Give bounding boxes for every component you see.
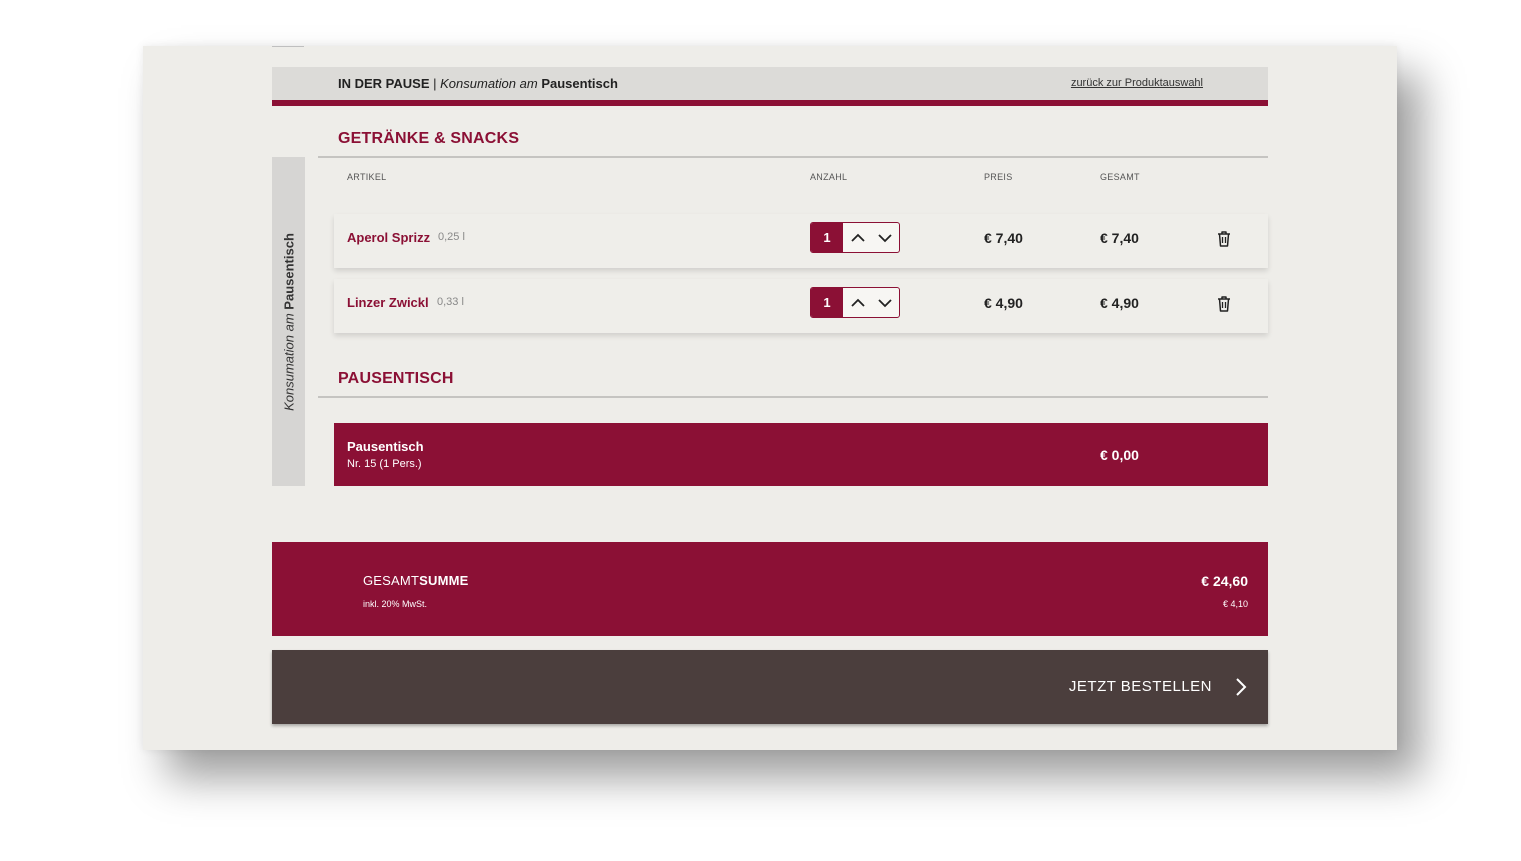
cart-item-row: Aperol Sprizz 0,25 l 1 € 7,40 € 7,40 (334, 214, 1268, 268)
summary-label-bold: SUMME (419, 573, 469, 588)
chevron-down-icon[interactable] (876, 294, 894, 312)
breadcrumb-context: Konsumation am (440, 76, 538, 91)
grand-total: € 24,60 (1201, 573, 1248, 589)
page-header: IN DER PAUSE | Konsumation am Pausentisc… (272, 67, 1268, 106)
back-to-products-link[interactable]: zurück zur Produktauswahl (1071, 77, 1203, 89)
sidebar-label-name: Pausentisch (281, 232, 296, 310)
breadcrumb-section: IN DER PAUSE (338, 76, 430, 91)
cart-item-row: Linzer Zwickl 0,33 l 1 € 4,90 € 4,90 (334, 279, 1268, 333)
header-accent-strip (272, 100, 1268, 106)
trash-icon[interactable] (1216, 295, 1232, 313)
vat-amount: € 4,10 (1222, 599, 1248, 609)
drinks-divider (318, 156, 1268, 158)
table-amount: € 0,00 (1100, 447, 1139, 463)
table-detail: Nr. 15 (1 Pers.) (347, 458, 422, 470)
trash-icon[interactable] (1216, 230, 1232, 248)
chevron-up-icon[interactable] (849, 229, 867, 247)
item-name: Linzer Zwickl (347, 295, 429, 310)
order-card: IN DER PAUSE | Konsumation am Pausentisc… (143, 46, 1397, 750)
item-total: € 4,90 (1100, 295, 1139, 311)
table-row: Pausentisch Nr. 15 (1 Pers.) € 0,00 (334, 423, 1268, 486)
quantity-value: 1 (811, 223, 843, 252)
summary-label: GESAMTSUMME (363, 573, 469, 588)
breadcrumb-current: Pausentisch (541, 76, 618, 91)
order-now-button[interactable]: JETZT BESTELLEN (272, 650, 1268, 724)
item-price: € 4,90 (984, 295, 1023, 311)
summary-label-light: GESAMT (363, 573, 420, 588)
chevron-up-icon[interactable] (849, 294, 867, 312)
quantity-stepper: 1 (810, 287, 900, 318)
chevron-right-icon (1236, 678, 1247, 696)
quantity-value: 1 (811, 288, 843, 317)
drinks-section-title: GETRÄNKE & SNACKS (338, 130, 520, 147)
vat-note: inkl. 20% MwSt. (363, 599, 428, 609)
item-total: € 7,40 (1100, 230, 1139, 246)
top-divider (272, 46, 304, 47)
sidebar-label-context: Konsumation am (281, 312, 296, 411)
table-section-title: PAUSENTISCH (338, 370, 454, 387)
column-header-price: PREIS (984, 172, 1013, 182)
quantity-stepper: 1 (810, 222, 900, 253)
sidebar-label: Konsumation am Pausentisch (281, 233, 296, 411)
column-header-quantity: ANZAHL (810, 172, 848, 182)
column-header-article: ARTIKEL (347, 172, 387, 182)
order-summary: GESAMTSUMME inkl. 20% MwSt. € 24,60 € 4,… (272, 542, 1268, 636)
column-header-total: GESAMT (1100, 172, 1140, 182)
table-divider (318, 396, 1268, 398)
sidebar-tab: Konsumation am Pausentisch (272, 157, 305, 486)
breadcrumb: IN DER PAUSE | Konsumation am Pausentisc… (338, 76, 618, 91)
item-size: 0,33 l (437, 296, 464, 308)
item-size: 0,25 l (438, 231, 465, 243)
item-name: Aperol Sprizz (347, 230, 431, 245)
item-price: € 7,40 (984, 230, 1023, 246)
breadcrumb-separator: | (433, 76, 437, 91)
order-now-label: JETZT BESTELLEN (1068, 678, 1212, 695)
chevron-down-icon[interactable] (876, 229, 894, 247)
table-name: Pausentisch (347, 439, 424, 454)
